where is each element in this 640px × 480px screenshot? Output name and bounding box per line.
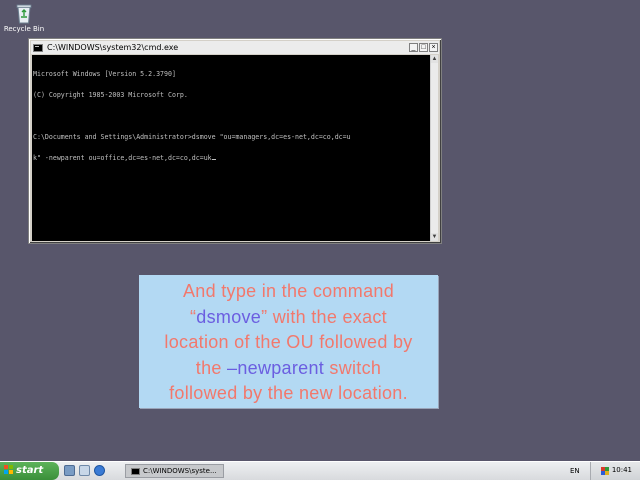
- start-button[interactable]: start: [0, 462, 59, 480]
- console-command-line: k" -newparent ou=office,dc=es-net,dc=co,…: [33, 155, 430, 162]
- caption-line-1: And type in the command: [182, 281, 395, 301]
- caption-line-2: “dsmove” with the exact: [139, 305, 438, 331]
- internet-explorer-icon[interactable]: [94, 465, 105, 476]
- start-label: start: [16, 465, 44, 476]
- caption-line-4: the –newparent switch: [139, 356, 438, 382]
- close-button[interactable]: ×: [429, 43, 438, 52]
- window-title: C:\WINDOWS\system32\cmd.exe: [47, 43, 179, 52]
- show-desktop-icon[interactable]: [64, 465, 75, 476]
- caption-line-5: followed by the new location.: [169, 383, 408, 403]
- console-line: Microsoft Windows [Version 5.2.3790]: [33, 70, 176, 78]
- quick-launch-bar: [64, 465, 105, 478]
- caption-line-4-rest: switch: [324, 357, 382, 378]
- clock[interactable]: 10:41: [612, 466, 632, 474]
- recycle-bin-shortcut[interactable]: Recycle Bin: [2, 2, 46, 33]
- scroll-up-arrow-icon[interactable]: ▲: [431, 55, 438, 63]
- cmd-titlebar[interactable]: C:\WINDOWS\system32\cmd.exe _ □ ×: [31, 41, 439, 54]
- instruction-caption: And type in the command “dsmove” with th…: [139, 275, 438, 408]
- cmd-window[interactable]: C:\WINDOWS\system32\cmd.exe _ □ × Micros…: [28, 38, 442, 244]
- caption-line-2-rest: ” with the exact: [261, 306, 387, 327]
- console-line-text: k" -newparent ou=office,dc=es-net,dc=co,…: [33, 154, 212, 162]
- taskbar-button-cmd[interactable]: C:\WINDOWS\syste...: [125, 464, 224, 478]
- language-indicator[interactable]: EN: [570, 467, 580, 475]
- windows-flag-icon: [4, 465, 13, 474]
- maximize-button[interactable]: □: [419, 43, 428, 52]
- recycle-bin-label: Recycle Bin: [3, 25, 45, 33]
- text-cursor: [211, 159, 216, 160]
- taskbar: start C:\WINDOWS\syste... EN 10:41: [0, 461, 640, 480]
- console-line: (C) Copyright 1985-2003 Microsoft Corp.: [33, 91, 188, 99]
- console-output[interactable]: Microsoft Windows [Version 5.2.3790] (C)…: [32, 55, 430, 241]
- system-tray: 10:41: [590, 462, 640, 480]
- network-status-icon[interactable]: [601, 467, 609, 475]
- recycle-bin-icon: [16, 4, 32, 24]
- caption-keyword-newparent: –newparent: [227, 357, 325, 378]
- caption-line-3: location of the OU followed by: [164, 332, 413, 352]
- console-line: C:\Documents and Settings\Administrator>…: [33, 133, 351, 141]
- console-app-icon: [33, 43, 43, 52]
- explorer-icon[interactable]: [79, 465, 90, 476]
- minimize-button[interactable]: _: [409, 43, 418, 52]
- caption-line-4-pre: the: [195, 357, 228, 378]
- vertical-scrollbar[interactable]: ▲ ▼: [430, 55, 438, 241]
- caption-keyword-dsmove: dsmove: [196, 306, 262, 327]
- taskbar-button-label: C:\WINDOWS\syste...: [143, 467, 217, 475]
- console-app-icon: [131, 467, 140, 475]
- scroll-down-arrow-icon[interactable]: ▼: [431, 233, 438, 241]
